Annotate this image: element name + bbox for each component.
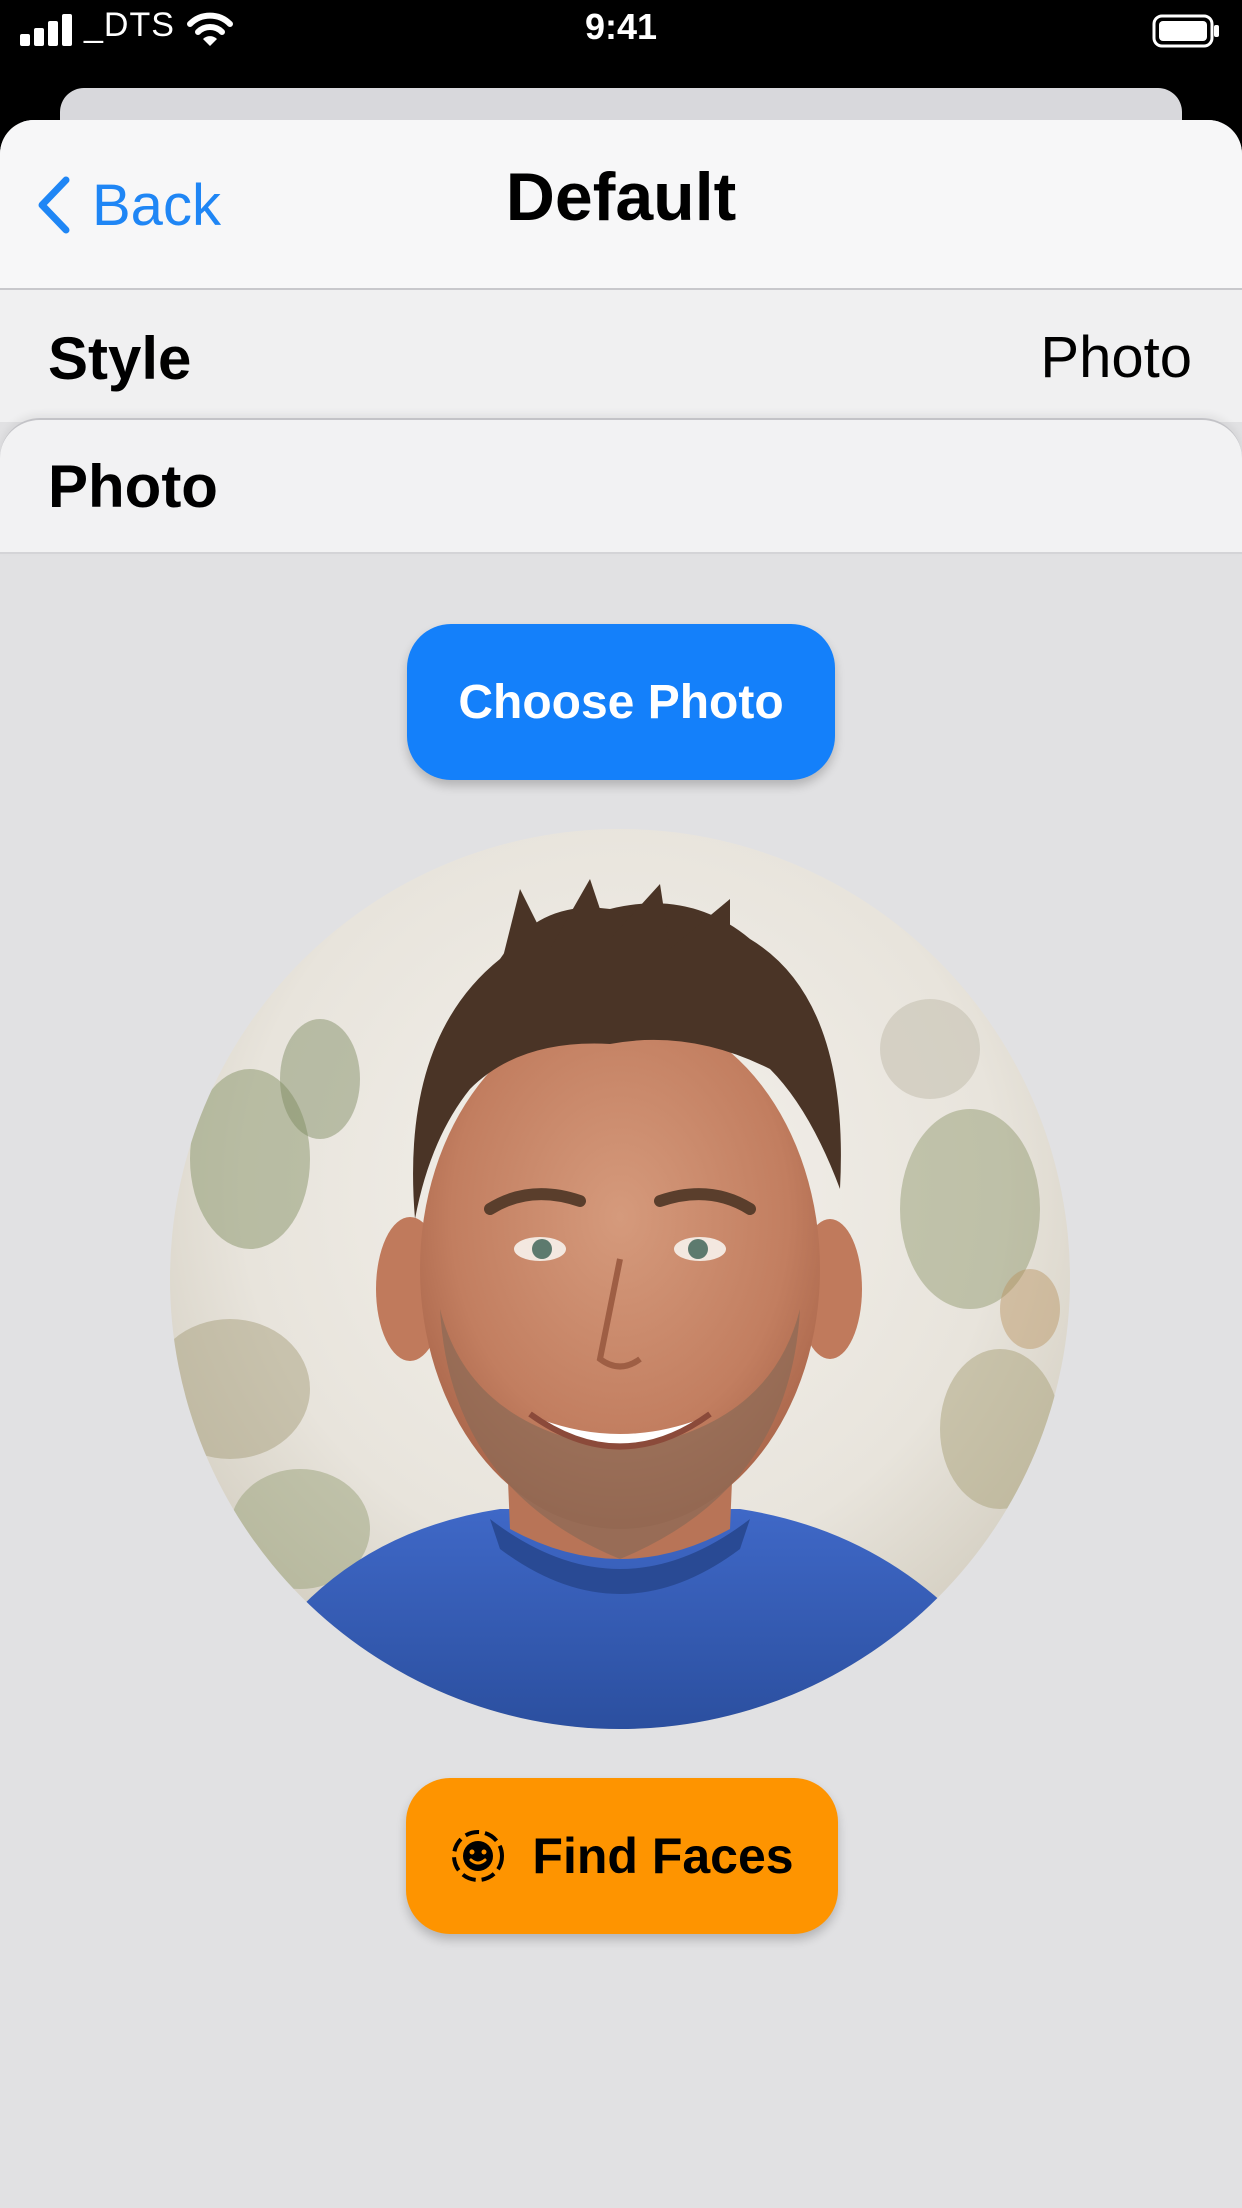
- clock: 9:41: [584, 6, 658, 47]
- style-label: Style: [48, 325, 192, 392]
- photo-section-header: Photo: [0, 418, 1242, 554]
- find-faces-button[interactable]: Find Faces: [406, 1778, 838, 1934]
- status-bar: _DTS 9:41: [0, 0, 1242, 62]
- navigation-bar: Back Default: [0, 120, 1242, 290]
- face-detect-icon: [452, 1830, 505, 1882]
- page-title: Default: [505, 159, 737, 235]
- settings-sheet: Back Default Style Photo Photo Choose Ph…: [0, 120, 1242, 2208]
- battery-icon: [1152, 14, 1219, 48]
- photo-section-label: Photo: [48, 453, 218, 520]
- style-value: Photo: [1040, 325, 1192, 390]
- choose-photo-button[interactable]: Choose Photo: [407, 624, 835, 780]
- portrait-photo: [170, 829, 1070, 1729]
- find-faces-label: Find Faces: [532, 1828, 794, 1884]
- style-row[interactable]: Style Photo: [0, 290, 1242, 422]
